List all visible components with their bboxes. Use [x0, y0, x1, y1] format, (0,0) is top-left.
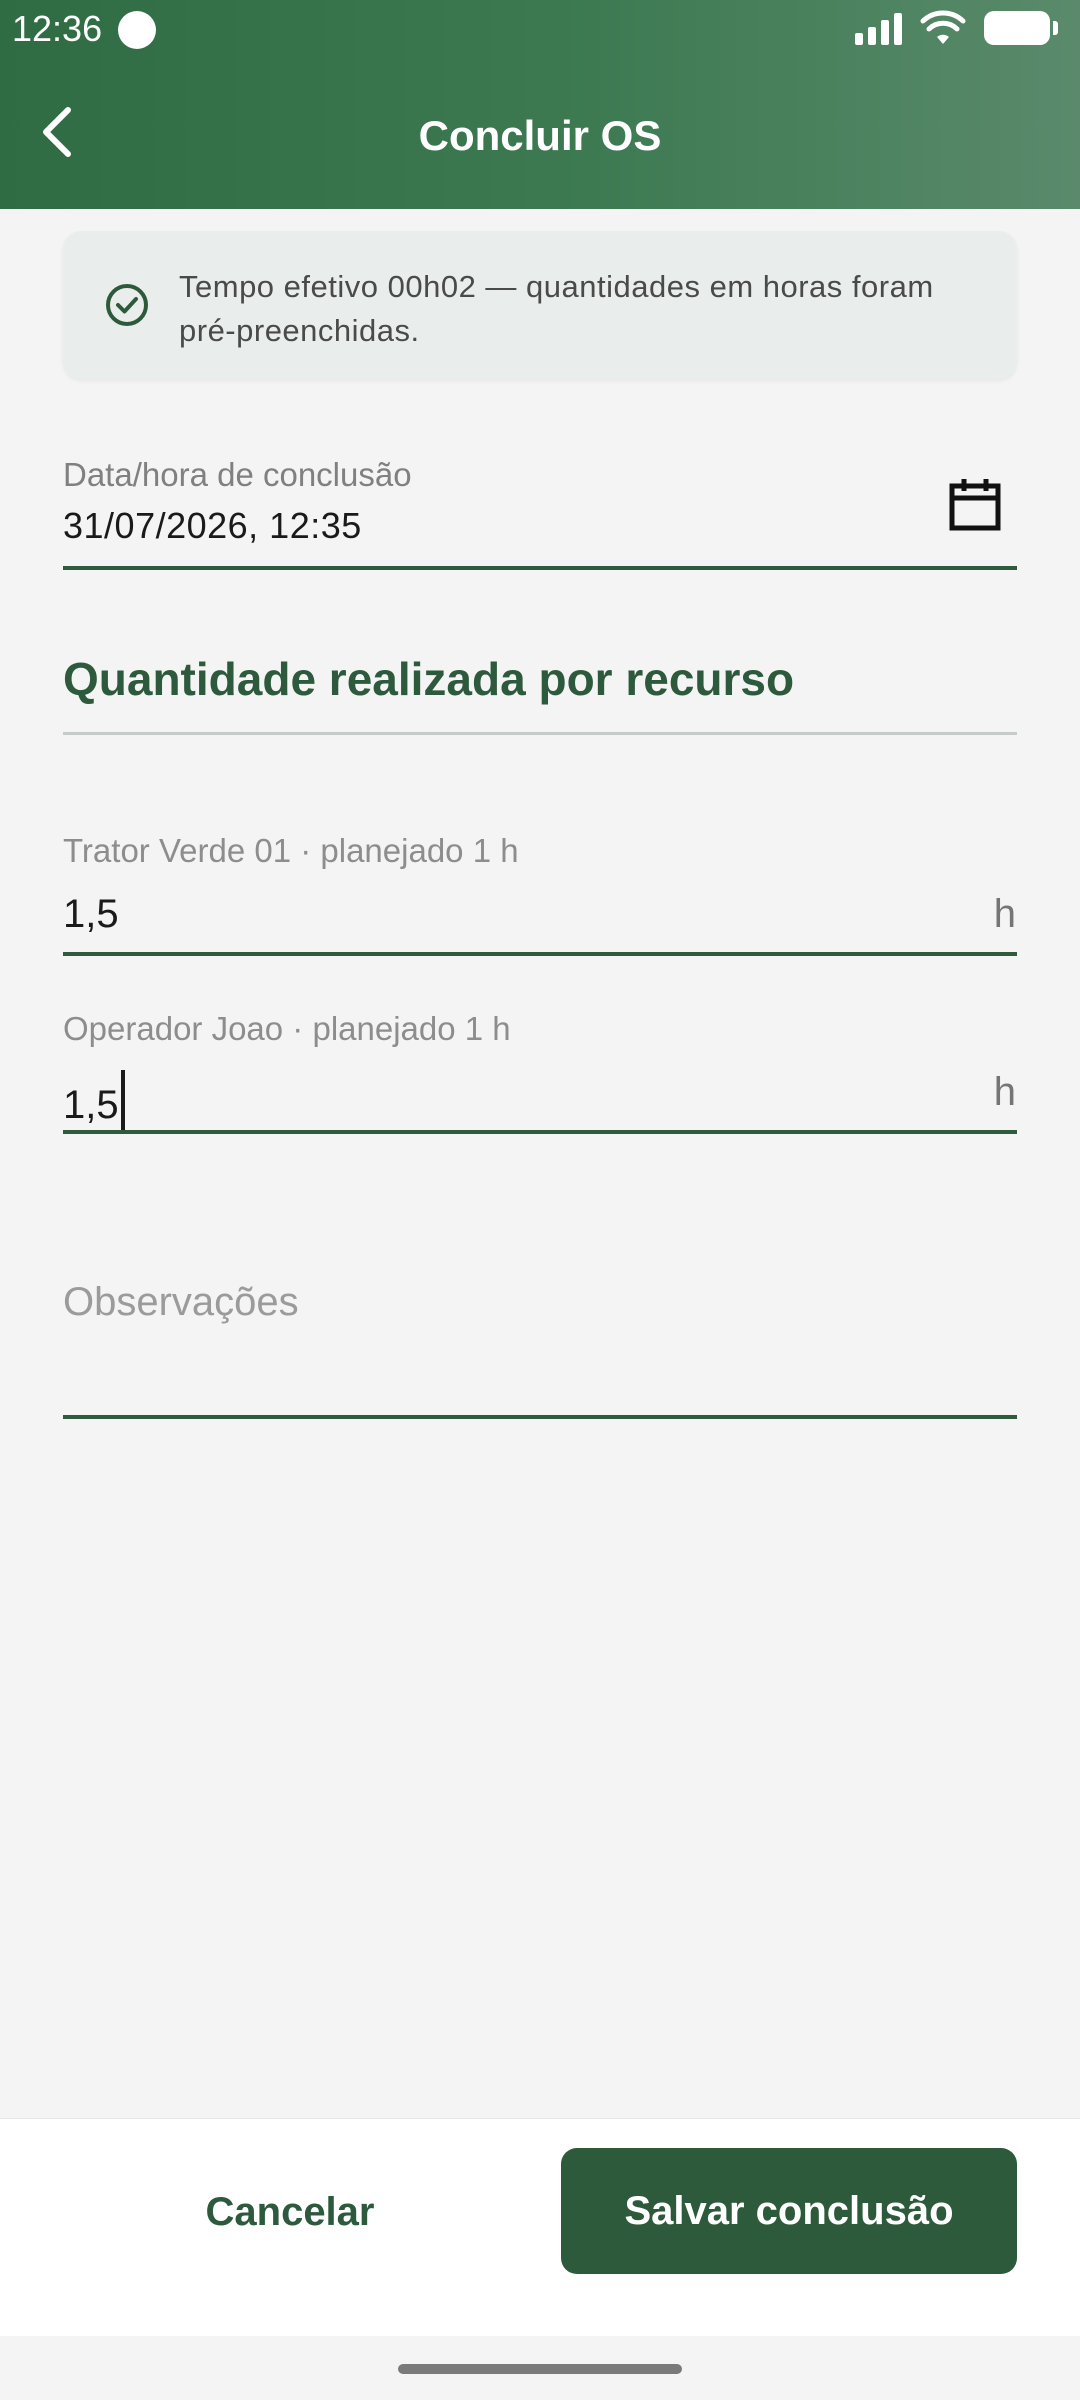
notification-dot-icon — [118, 11, 156, 49]
status-icons — [855, 10, 1058, 46]
unit-suffix: h — [993, 1070, 1016, 1114]
check-circle-icon — [106, 284, 148, 326]
home-indicator[interactable] — [398, 2364, 682, 2374]
section-title: Quantidade realizada por recurso — [63, 653, 795, 705]
calendar-icon[interactable] — [948, 476, 1002, 532]
page-title: Concluir OS — [418, 112, 662, 159]
status-time: 12:36 — [12, 8, 103, 49]
info-banner: Tempo efetivo 00h02 — quantidades em hor… — [63, 231, 1017, 379]
battery-icon — [984, 11, 1058, 45]
text-cursor — [120, 1070, 125, 1130]
completion-date-underline — [63, 566, 1017, 570]
section-divider — [63, 732, 1017, 735]
wifi-icon — [920, 10, 966, 44]
notes-underline — [63, 1415, 1017, 1419]
resource-quantity-input[interactable]: 1,5 — [63, 1070, 125, 1130]
conclude-os-screen: 12:36 Concluir OS Tempo efetivo 00h02 — … — [0, 0, 1080, 2400]
completion-date-label: Data/hora de conclusão — [63, 456, 412, 493]
app-bar: 12:36 Concluir OS — [0, 0, 1080, 209]
unit-suffix: h — [993, 892, 1016, 936]
signal-icon — [855, 11, 902, 45]
resource-underline — [63, 952, 1017, 956]
resource-quantity-text: 1,5 — [63, 1083, 119, 1127]
resource-underline — [63, 1130, 1017, 1134]
notes-input[interactable]: Observações — [63, 1280, 299, 1325]
resource-label: Operador Joao · planejado 1 h — [63, 1010, 511, 1047]
save-completion-button[interactable]: Salvar conclusão — [561, 2148, 1017, 2274]
cancel-button[interactable]: Cancelar — [90, 2150, 490, 2274]
info-banner-text: Tempo efetivo 00h02 — quantidades em hor… — [179, 269, 934, 348]
completion-date-value[interactable]: 31/07/2026, 12:35 — [63, 505, 362, 547]
resource-label: Trator Verde 01 · planejado 1 h — [63, 832, 519, 869]
resource-quantity-input[interactable]: 1,5 — [63, 892, 119, 937]
